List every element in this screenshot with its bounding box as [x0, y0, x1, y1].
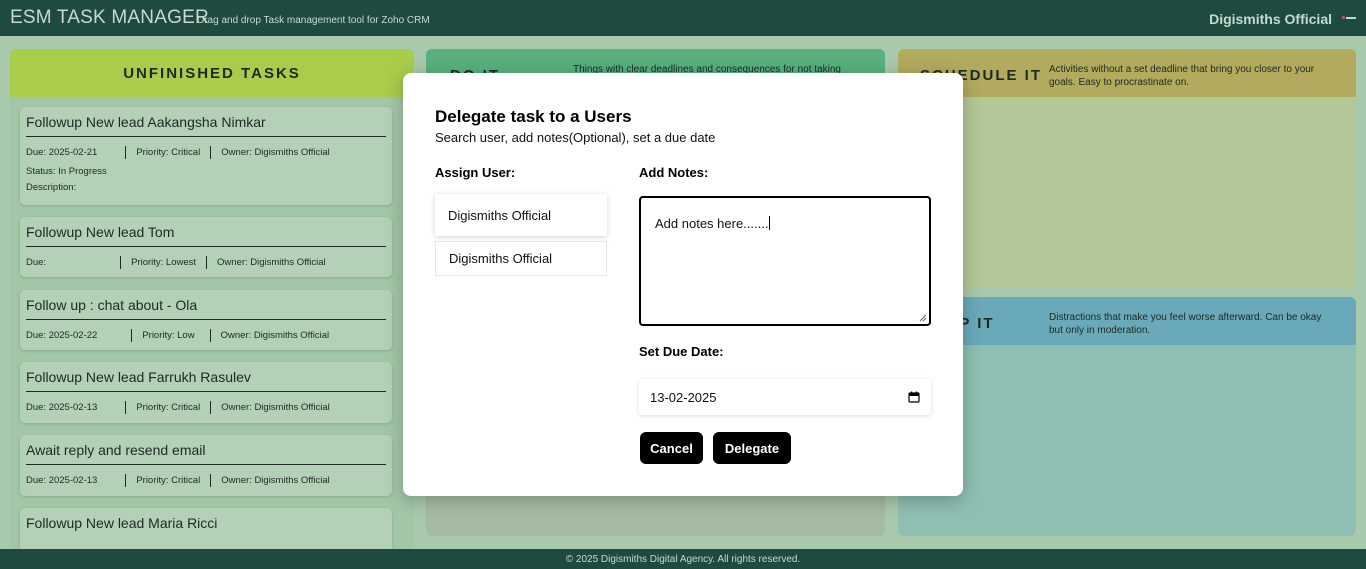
- due-date-input[interactable]: 13-02-2025: [639, 379, 931, 415]
- task-title: Await reply and resend email: [26, 441, 386, 465]
- task-title: Follow up : chat about - Ola: [26, 296, 386, 320]
- task-priority: Priority: Critical: [136, 475, 201, 486]
- task-priority: Priority: Critical: [136, 147, 201, 158]
- notes-textarea[interactable]: Add notes here.......: [639, 196, 931, 326]
- task-title: Followup New lead Tom: [26, 223, 386, 247]
- task-description: Description:: [26, 182, 77, 193]
- app-title: ESM TASK MANAGER: [10, 7, 209, 28]
- task-card[interactable]: Followup New lead Farrukh Rasulev Due: 2…: [20, 362, 392, 423]
- task-title: Followup New lead Maria Ricci: [26, 515, 218, 531]
- task-owner: Owner: Digismiths Official: [221, 402, 330, 413]
- task-due: Due: 2025-02-21: [26, 147, 98, 158]
- resize-grip-icon[interactable]: [919, 314, 927, 322]
- task-card[interactable]: Followup New lead Aakangsha Nimkar Due: …: [20, 107, 392, 205]
- task-priority: Priority: Critical: [136, 402, 201, 413]
- column-description: Activities without a set deadline that b…: [1049, 64, 1315, 88]
- task-card[interactable]: Await reply and resend email Due: 2025-0…: [20, 435, 392, 496]
- task-card[interactable]: Follow up : chat about - Ola Due: 2025-0…: [20, 290, 392, 350]
- task-status: Status: In Progress: [26, 166, 107, 177]
- user-option[interactable]: Digismiths Official: [435, 194, 607, 236]
- due-date-value: 13-02-2025: [650, 389, 717, 405]
- task-owner: Owner: Digismiths Official: [221, 475, 330, 486]
- task-due: Due: 2025-02-22: [26, 330, 98, 341]
- delegate-modal: Delegate task to a Users Search user, ad…: [403, 73, 963, 496]
- footer-copyright: © 2025 Digismiths Digital Agency. All ri…: [565, 553, 801, 565]
- column-description: Distractions that make you feel worse af…: [1049, 312, 1322, 336]
- column-header: UNFINISHED TASKS: [10, 49, 414, 97]
- calendar-icon[interactable]: [908, 391, 920, 403]
- column-drop-it: DROP IT Distractions that make you feel …: [898, 297, 1356, 536]
- task-due: Due: 2025-02-13: [26, 402, 98, 413]
- column-title: UNFINISHED TASKS: [123, 64, 301, 82]
- app-subtitle: Drag and drop Task management tool for Z…: [197, 15, 430, 26]
- assign-user-label: Assign User:: [435, 165, 516, 180]
- task-due: Due: 2025-02-13: [26, 475, 98, 486]
- task-owner: Owner: Digismiths Official: [217, 257, 326, 268]
- delegate-button[interactable]: Delegate: [713, 432, 791, 464]
- add-notes-label: Add Notes:: [639, 165, 709, 180]
- task-priority: Priority: Lowest: [131, 257, 197, 268]
- modal-subtitle: Search user, add notes(Optional), set a …: [435, 130, 716, 145]
- notes-text: Add notes here.......: [655, 216, 769, 231]
- task-owner: Owner: Digismiths Official: [220, 330, 330, 341]
- task-due: Due:: [26, 257, 47, 268]
- modal-title: Delegate task to a Users: [435, 107, 632, 126]
- task-title: Followup New lead Farrukh Rasulev: [26, 368, 386, 392]
- task-owner: Owner: Digismiths Official: [221, 147, 330, 158]
- column-header: DROP IT Distractions that make you feel …: [898, 297, 1356, 345]
- column-schedule-it: SCHEDULE IT Activities without a set dea…: [898, 49, 1356, 287]
- user-option[interactable]: Digismiths Official: [435, 241, 607, 276]
- column-header: SCHEDULE IT Activities without a set dea…: [898, 49, 1356, 97]
- task-meta: Due: 2025-02-21 Priority: Critical Owner…: [26, 146, 386, 159]
- task-card[interactable]: Followup New lead Tom Due: Priority: Low…: [20, 217, 392, 277]
- task-meta: Due: 2025-02-13 Priority: Critical Owner…: [26, 474, 386, 487]
- task-priority: Priority: Low: [142, 330, 195, 341]
- due-date-label: Set Due Date:: [639, 344, 724, 359]
- page-footer: © 2025 Digismiths Digital Agency. All ri…: [0, 549, 1366, 569]
- cancel-button[interactable]: Cancel: [640, 432, 703, 464]
- task-title: Followup New lead Aakangsha Nimkar: [26, 113, 386, 137]
- app-header: ESM TASK MANAGER Drag and drop Task mana…: [0, 0, 1366, 36]
- task-meta: Due: 2025-02-13 Priority: Critical Owner…: [26, 401, 386, 414]
- user-name[interactable]: Digismiths Official: [1209, 11, 1332, 27]
- task-meta: Due: 2025-02-22 Priority: Low Owner: Dig…: [26, 329, 386, 342]
- task-card[interactable]: Followup New lead Maria Ricci: [20, 508, 392, 549]
- user-menu-icon[interactable]: [1342, 16, 1356, 20]
- task-meta: Due: Priority: Lowest Owner: Digismiths …: [26, 256, 386, 269]
